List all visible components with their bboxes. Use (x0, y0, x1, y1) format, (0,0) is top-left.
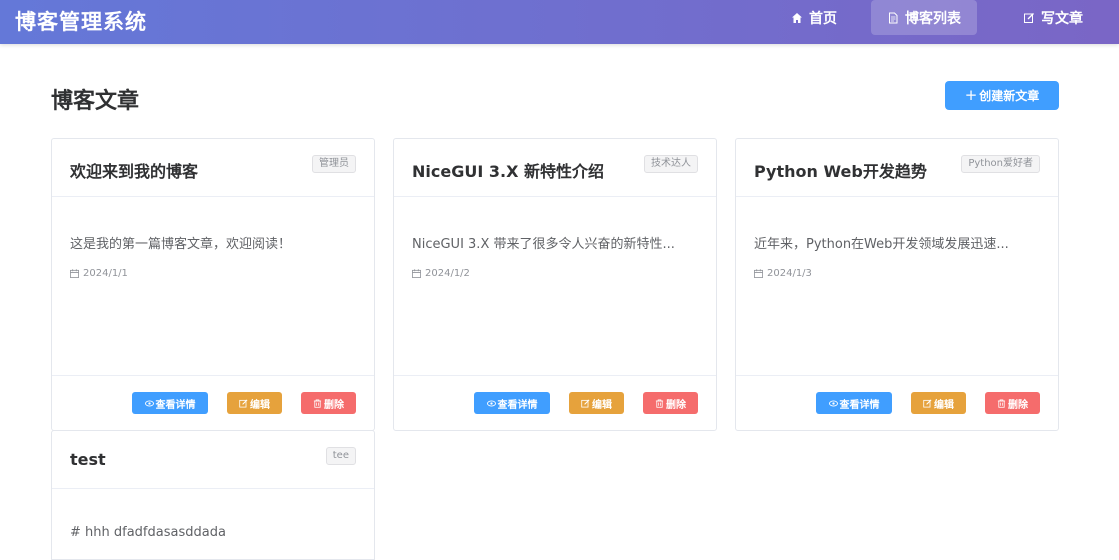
edit-icon (923, 399, 932, 408)
top-navbar: 博客管理系统 首页 博客列表 写文章 (0, 0, 1119, 44)
post-date: 2024/1/3 (754, 268, 812, 279)
view-details-label: 查看详情 (155, 399, 196, 411)
post-card-actions: 查看详情 编辑 删除 (52, 375, 374, 430)
post-date-text: 2024/1/2 (425, 268, 470, 279)
nav-item-label: 博客列表 (905, 10, 961, 27)
post-date-text: 2024/1/1 (83, 268, 128, 279)
post-card-header: 欢迎来到我的博客 管理员 (52, 139, 374, 197)
post-summary: 这是我的第一篇博客文章，欢迎阅读！ (70, 237, 292, 252)
edit-icon (239, 399, 248, 408)
nav-item-label: 首页 (809, 10, 837, 27)
delete-button[interactable]: 删除 (301, 392, 356, 414)
view-details-label: 查看详情 (839, 399, 880, 411)
post-card-actions: 查看详情 编辑 删除 (736, 375, 1058, 430)
author-tag: 技术达人 (644, 155, 698, 173)
edit-button[interactable]: 编辑 (911, 392, 966, 414)
nav-item-write[interactable]: 写文章 (1005, 0, 1101, 35)
eye-icon (486, 400, 496, 406)
delete-button[interactable]: 删除 (643, 392, 698, 414)
author-tag: 管理员 (312, 155, 356, 173)
delete-button[interactable]: 删除 (985, 392, 1040, 414)
post-date: 2024/1/2 (412, 268, 470, 279)
plus-icon: + (964, 86, 978, 104)
page-title: 博客文章 (51, 89, 140, 114)
calendar-icon (70, 269, 79, 278)
app-title: 博客管理系统 (15, 10, 147, 34)
post-title[interactable]: test (70, 450, 106, 469)
trash-icon (313, 398, 322, 408)
delete-label: 删除 (666, 399, 686, 411)
document-icon (889, 12, 898, 23)
delete-label: 删除 (324, 399, 344, 411)
edit-label: 编辑 (250, 399, 270, 411)
edit-icon (581, 399, 590, 408)
author-tag: tee (325, 447, 356, 465)
post-card: 欢迎来到我的博客 管理员 这是我的第一篇博客文章，欢迎阅读！ 2024/1/1 … (51, 138, 375, 431)
create-post-label: 创建新文章 (979, 89, 1040, 103)
post-card-actions: 查看详情 编辑 删除 (394, 375, 716, 430)
post-title[interactable]: 欢迎来到我的博客 (70, 158, 198, 182)
post-title[interactable]: Python Web开发趋势 (754, 158, 927, 182)
post-card: Python Web开发趋势 Python爱好者 近年来，Python在Web开… (735, 138, 1059, 431)
post-card-header: Python Web开发趋势 Python爱好者 (736, 139, 1058, 197)
post-date-text: 2024/1/3 (767, 268, 812, 279)
post-card-header: test tee (52, 431, 374, 489)
view-details-button[interactable]: 查看详情 (132, 392, 208, 414)
nav-item-blog-list[interactable]: 博客列表 (871, 0, 977, 35)
view-details-label: 查看详情 (497, 399, 538, 411)
home-icon (792, 12, 802, 23)
post-summary: # hhh dfadfdasasddada (70, 525, 226, 540)
post-title[interactable]: NiceGUI 3.X 新特性介绍 (412, 158, 604, 182)
trash-icon (997, 398, 1006, 408)
eye-icon (144, 400, 154, 406)
edit-icon (1024, 12, 1034, 23)
create-post-button[interactable]: + 创建新文章 (945, 81, 1059, 110)
trash-icon (655, 398, 664, 408)
edit-button[interactable]: 编辑 (569, 392, 624, 414)
author-tag: Python爱好者 (961, 155, 1040, 173)
post-card-header: NiceGUI 3.X 新特性介绍 技术达人 (394, 139, 716, 197)
calendar-icon (754, 269, 763, 278)
post-card: NiceGUI 3.X 新特性介绍 技术达人 NiceGUI 3.X 带来了很多… (393, 138, 717, 431)
edit-label: 编辑 (592, 399, 612, 411)
post-summary: 近年来，Python在Web开发领域发展迅速... (754, 237, 1009, 252)
view-details-button[interactable]: 查看详情 (816, 392, 892, 414)
nav-item-label: 写文章 (1041, 10, 1083, 27)
post-summary: NiceGUI 3.X 带来了很多令人兴奋的新特性... (412, 237, 675, 252)
nav-item-home[interactable]: 首页 (781, 0, 847, 35)
eye-icon (828, 400, 838, 406)
delete-label: 删除 (1008, 399, 1028, 411)
post-card: test tee # hhh dfadfdasasddada (51, 430, 375, 560)
post-date: 2024/1/1 (70, 268, 128, 279)
calendar-icon (412, 269, 421, 278)
view-details-button[interactable]: 查看详情 (474, 392, 550, 414)
edit-button[interactable]: 编辑 (227, 392, 282, 414)
edit-label: 编辑 (934, 399, 954, 411)
